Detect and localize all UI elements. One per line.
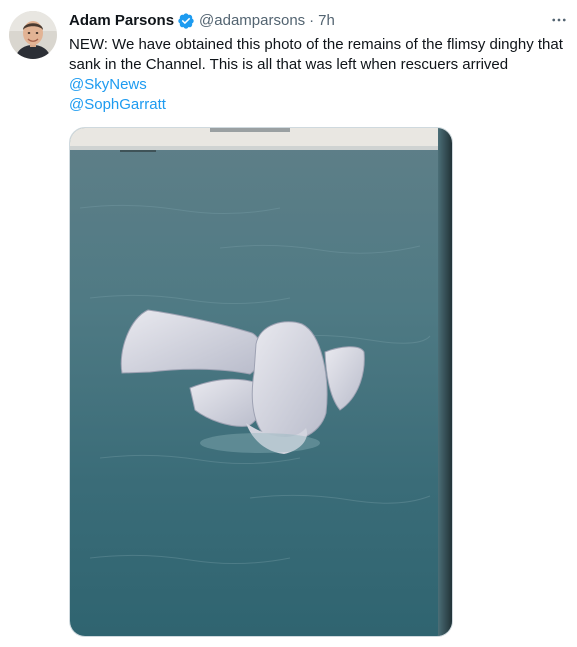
avatar[interactable] <box>9 11 57 59</box>
tweet-body: NEW: We have obtained this photo of the … <box>69 36 563 73</box>
verified-badge-icon <box>177 12 195 30</box>
more-options-icon[interactable] <box>549 10 569 30</box>
sea-photo-icon <box>70 128 452 636</box>
avatar-photo-icon <box>9 11 57 59</box>
tweet-content: Adam Parsons @adamparsons · 7h NEW: We h… <box>69 10 569 115</box>
tweet-header: Adam Parsons @adamparsons · 7h <box>69 10 569 32</box>
tweet[interactable]: Adam Parsons @adamparsons · 7h NEW: We h… <box>0 0 577 647</box>
author-name[interactable]: Adam Parsons <box>69 11 174 31</box>
tweet-timestamp[interactable]: 7h <box>318 11 335 31</box>
author-handle[interactable]: @adamparsons <box>199 11 305 31</box>
tweet-text: NEW: We have obtained this photo of the … <box>69 35 569 115</box>
mention-link-sophgarratt[interactable]: @SophGarratt <box>69 95 569 115</box>
mention-link-skynews[interactable]: @SkyNews <box>69 75 569 95</box>
tweet-photo[interactable] <box>69 127 453 637</box>
separator-dot: · <box>309 12 315 29</box>
